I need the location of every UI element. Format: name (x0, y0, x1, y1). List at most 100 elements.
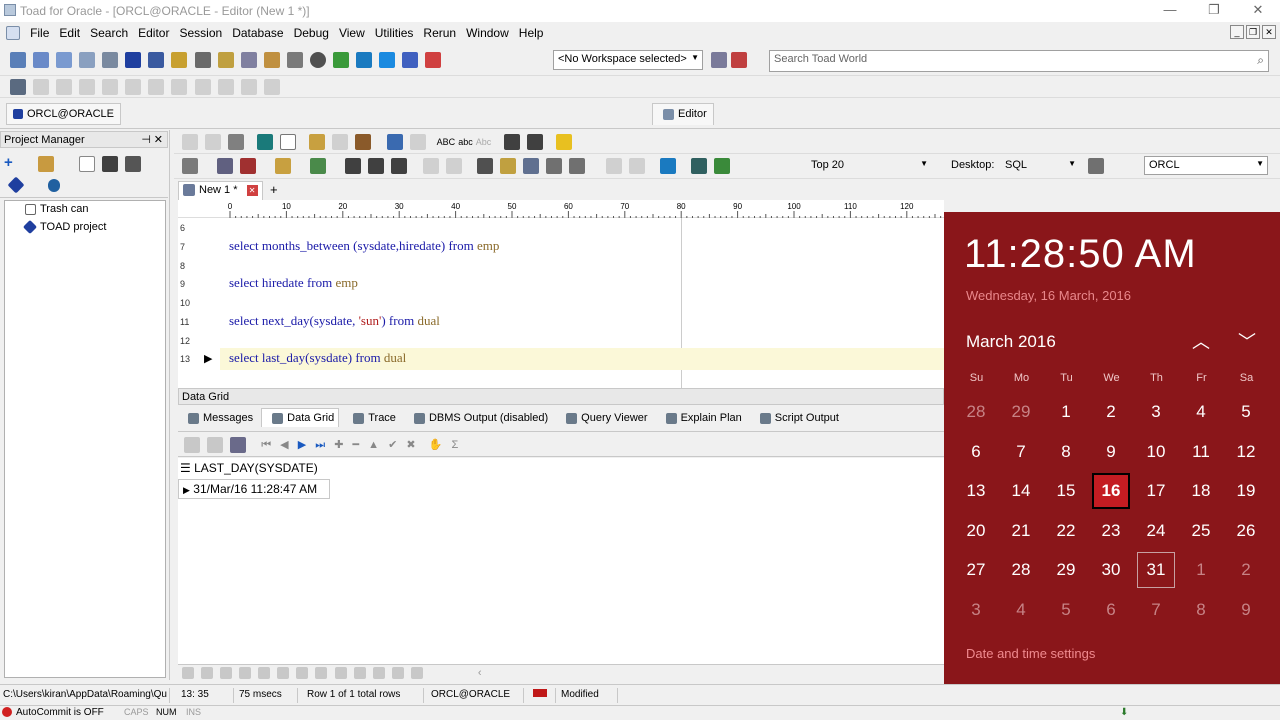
first-record-icon[interactable]: ⏮ (261, 439, 271, 451)
sql-monitor-icon[interactable] (79, 52, 96, 68)
calendar-day[interactable]: 15 (1047, 473, 1085, 509)
pin-icon[interactable]: ⊣ (141, 133, 151, 146)
calendar-day[interactable]: 13 (957, 473, 995, 509)
jump-icon[interactable] (660, 158, 677, 174)
calendar-day-outside-month[interactable]: 8 (1182, 592, 1220, 628)
tree-item-toad-project[interactable]: TOAD project (22, 220, 106, 235)
timer-icon[interactable] (309, 52, 326, 68)
debug-icon[interactable] (332, 52, 349, 68)
disconnect-icon[interactable] (425, 52, 442, 68)
print-icon[interactable] (125, 156, 142, 173)
restore-button[interactable]: ❐ (1192, 0, 1236, 22)
close-icon[interactable]: ✕ (154, 133, 163, 146)
save-as-icon[interactable] (368, 158, 385, 174)
calendar-day[interactable]: 9 (1092, 434, 1130, 470)
calendar-day[interactable]: 28 (1002, 552, 1040, 588)
undo-icon[interactable] (386, 134, 403, 150)
connection-select[interactable]: ORCL ▼ (1144, 156, 1268, 175)
upload-icon[interactable] (379, 52, 395, 68)
grid-row[interactable]: ▶ 31/Mar/16 11:28:47 AM (178, 479, 330, 499)
desktop-settings-icon[interactable] (1088, 158, 1104, 174)
save-all-icon[interactable] (391, 158, 408, 174)
calendar-day[interactable]: 6 (957, 434, 995, 470)
lowercase-icon[interactable]: abc (458, 137, 473, 147)
calendar-day[interactable]: 18 (1182, 473, 1220, 509)
query-tool-icon[interactable] (568, 158, 585, 174)
session-browser-icon[interactable] (102, 52, 119, 68)
calendar-day[interactable]: 7 (1002, 434, 1040, 470)
calendar-day[interactable]: 3 (1137, 394, 1175, 430)
back-icon[interactable] (605, 158, 622, 174)
workspace-settings-icon[interactable] (711, 52, 727, 68)
desktop-select[interactable]: SQL ▼ (1000, 156, 1080, 175)
code-line[interactable]: select months_between (sysdate,hiredate)… (229, 238, 499, 254)
bottom-nav-icon-6[interactable] (277, 667, 290, 680)
menu-utilities[interactable]: Utilities (370, 22, 419, 40)
calendar-day[interactable]: 27 (957, 552, 995, 588)
result-tab-data-grid[interactable]: Data Grid (261, 408, 340, 427)
calendar-day[interactable]: 10 (1137, 434, 1175, 470)
cut-icon[interactable] (182, 134, 198, 150)
connection-icon[interactable] (10, 79, 26, 95)
menu-session[interactable]: Session (174, 22, 227, 40)
run-icon[interactable] (257, 134, 274, 150)
editor-icon[interactable] (125, 52, 142, 68)
insert-record-icon[interactable]: ✚ (334, 439, 343, 451)
calendar-day-outside-month[interactable]: 9 (1227, 592, 1265, 628)
grid-column-header[interactable]: ☰ LAST_DAY(SYSDATE) (180, 461, 318, 475)
edit-record-icon[interactable]: ▲ (368, 439, 379, 451)
capitalize-icon[interactable]: Abc (476, 137, 492, 147)
bottom-nav-icon-12[interactable] (391, 667, 404, 680)
connections-icon[interactable] (33, 52, 50, 68)
result-tab-query-viewer[interactable]: Query Viewer (556, 409, 651, 427)
mdi-close-button[interactable]: ✕ (1262, 25, 1276, 39)
explain-icon[interactable] (194, 52, 211, 68)
code-line[interactable]: select next_day(sysdate, 'sun') from dua… (229, 313, 440, 329)
calendar-day[interactable]: 8 (1047, 434, 1085, 470)
date-time-settings-link[interactable]: Date and time settings (966, 646, 1095, 661)
next-record-icon[interactable]: ▶ (298, 439, 306, 451)
menu-view[interactable]: View (334, 22, 370, 40)
delete-record-icon[interactable]: ━ (352, 439, 359, 451)
calendar-day[interactable]: 21 (1002, 513, 1040, 549)
calendar-day-outside-month[interactable]: 7 (1137, 592, 1175, 628)
month-label[interactable]: March 2016 (966, 332, 1056, 352)
menu-debug[interactable]: Debug (289, 22, 334, 40)
cancel-record-icon[interactable]: ✖ (406, 439, 415, 451)
outdent-icon[interactable] (527, 134, 544, 150)
close-window-button[interactable]: ✕ (1236, 0, 1280, 22)
add-icon[interactable]: + (4, 154, 13, 171)
calendar-day-outside-month[interactable]: 28 (957, 394, 995, 430)
open-folder-icon[interactable] (37, 156, 54, 173)
code-line[interactable]: select hiredate from emp (229, 275, 358, 291)
export-icon[interactable] (217, 52, 234, 68)
query-builder-icon[interactable] (171, 52, 188, 68)
more-icon[interactable] (556, 134, 573, 150)
printer-icon[interactable] (476, 158, 493, 174)
calendar-day-outside-month[interactable]: 3 (957, 592, 995, 628)
calendar-day-outside-month[interactable]: 29 (1002, 394, 1040, 430)
calendar-day[interactable]: 17 (1137, 473, 1175, 509)
autocommit-icon[interactable] (2, 707, 12, 717)
result-tab-trace[interactable]: Trace (343, 409, 400, 427)
calendar-day[interactable]: 26 (1227, 513, 1265, 549)
project-tab-icon[interactable] (7, 176, 25, 194)
open-icon[interactable] (275, 158, 292, 174)
spell-check-icon[interactable]: ABC (437, 137, 456, 147)
menu-editor[interactable]: Editor (133, 22, 174, 40)
compare-icon[interactable] (286, 52, 303, 68)
result-tab-script-output[interactable]: Script Output (750, 409, 843, 427)
calendar-day-outside-month[interactable]: 5 (1047, 592, 1085, 628)
save-file-icon[interactable] (345, 158, 362, 174)
deploy-icon[interactable] (355, 52, 372, 68)
new-connection-icon[interactable] (10, 52, 26, 68)
calendar-day[interactable]: 11 (1182, 434, 1220, 470)
calendar-day[interactable]: 29 (1047, 552, 1085, 588)
menu-rerun[interactable]: Rerun (418, 22, 461, 40)
workspace-select[interactable]: <No Workspace selected> ▼ (553, 50, 703, 70)
bottom-nav-icon-13[interactable] (410, 667, 423, 680)
grid-icon[interactable] (522, 158, 539, 174)
schema-icon[interactable] (148, 52, 165, 68)
result-tab-dbms-output-disabled[interactable]: DBMS Output (disabled) (404, 409, 552, 427)
result-tab-messages[interactable]: Messages (178, 409, 257, 427)
